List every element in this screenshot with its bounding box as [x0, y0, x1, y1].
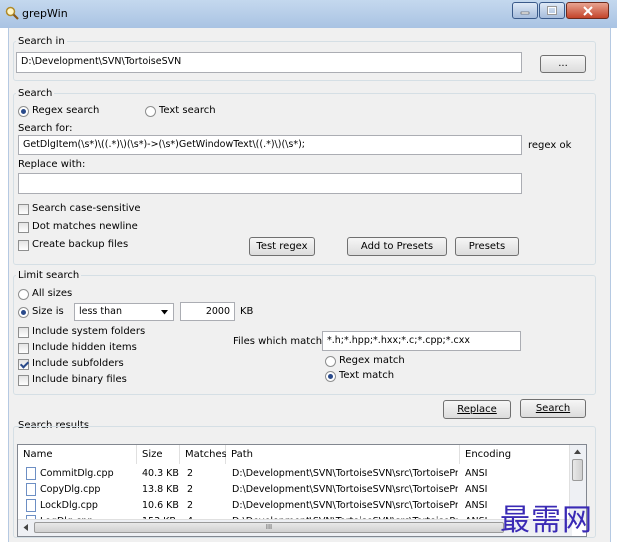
- horizontal-scroll-thumb[interactable]: III: [34, 522, 504, 533]
- all-sizes-radio[interactable]: [18, 289, 29, 300]
- search-button-label: Search: [535, 403, 571, 414]
- table-row[interactable]: LockDlg.cpp 10.6 KB 2 D:\Development\SVN…: [18, 498, 578, 514]
- column-header-size[interactable]: Size: [137, 445, 180, 464]
- dot-newline-checkbox[interactable]: [18, 222, 29, 233]
- maximize-button[interactable]: [539, 2, 565, 19]
- site-watermark: 最需网: [500, 503, 593, 538]
- backup-files-label: Create backup files: [32, 239, 129, 250]
- row-size: 13.8 KB: [142, 484, 179, 495]
- text-search-label: Text search: [159, 105, 216, 116]
- files-match-input[interactable]: *.h;*.hpp;*.hxx;*.c;*.cpp;*.cxx: [322, 331, 521, 351]
- app-magnifier-icon: [5, 6, 19, 20]
- binary-files-label: Include binary files: [32, 374, 127, 385]
- replace-button[interactable]: Replace: [443, 400, 511, 419]
- regex-match-radio[interactable]: [325, 356, 336, 367]
- minimize-button[interactable]: [512, 2, 538, 19]
- row-path: D:\Development\SVN\TortoiseSVN\src\Torto…: [232, 484, 458, 495]
- all-sizes-label: All sizes: [32, 288, 73, 299]
- column-header-path[interactable]: Path: [226, 445, 460, 464]
- subfolders-label: Include subfolders: [32, 358, 124, 369]
- row-size: 40.3 KB: [142, 468, 179, 479]
- replace-button-label: Replace: [457, 404, 497, 415]
- cpp-file-icon: [26, 499, 36, 512]
- title-bar[interactable]: grepWin: [0, 0, 617, 28]
- test-regex-button[interactable]: Test regex: [249, 237, 315, 256]
- replace-with-label: Replace with:: [18, 159, 86, 170]
- column-header-matches[interactable]: Matches: [180, 445, 227, 464]
- row-encoding: ANSI: [465, 468, 488, 479]
- system-folders-label: Include system folders: [32, 326, 146, 337]
- case-sensitive-label: Search case-sensitive: [32, 203, 141, 214]
- hidden-items-label: Include hidden items: [32, 342, 137, 353]
- size-comparison-select[interactable]: less than: [74, 303, 174, 321]
- row-name: LockDlg.cpp: [40, 500, 98, 511]
- table-row[interactable]: CopyDlg.cpp 13.8 KB 2 D:\Development\SVN…: [18, 482, 578, 498]
- hidden-items-checkbox[interactable]: [18, 343, 29, 354]
- search-button[interactable]: Search: [520, 399, 586, 418]
- close-button[interactable]: [566, 2, 609, 19]
- scroll-left-icon: [23, 524, 28, 531]
- row-name: CopyDlg.cpp: [40, 484, 101, 495]
- row-matches: 2: [187, 500, 194, 511]
- binary-files-checkbox[interactable]: [18, 375, 29, 386]
- row-matches: 2: [187, 484, 194, 495]
- search-for-label: Search for:: [18, 123, 73, 134]
- chevron-down-icon: [161, 310, 168, 315]
- row-name: CommitDlg.cpp: [40, 468, 114, 479]
- regex-status: regex ok: [528, 140, 572, 151]
- dot-newline-label: Dot matches newline: [32, 221, 138, 232]
- row-path: D:\Development\SVN\TortoiseSVN\src\Torto…: [232, 468, 458, 479]
- minimize-icon: [520, 11, 530, 14]
- row-matches: 2: [187, 468, 194, 479]
- scroll-up-icon: [574, 449, 581, 454]
- case-sensitive-checkbox[interactable]: [18, 204, 29, 215]
- text-match-radio[interactable]: [325, 371, 336, 382]
- size-is-label: Size is: [32, 306, 64, 317]
- subfolders-checkbox[interactable]: [18, 359, 29, 370]
- row-size: 10.6 KB: [142, 500, 179, 511]
- column-header-encoding[interactable]: Encoding: [460, 445, 572, 464]
- search-in-legend: Search in: [16, 36, 67, 47]
- maximize-icon: [547, 6, 557, 15]
- regex-search-label: Regex search: [32, 105, 100, 116]
- limit-search-legend: Limit search: [16, 270, 82, 281]
- column-header-name[interactable]: Name: [18, 445, 137, 464]
- presets-button[interactable]: Presets: [455, 237, 519, 256]
- search-for-input[interactable]: GetDlgItem(\s*)\((.*)\)(\s*)->(\s*)GetWi…: [18, 135, 522, 155]
- horizontal-scrollbar[interactable]: III: [18, 519, 572, 536]
- browse-button[interactable]: ...: [540, 55, 586, 73]
- cpp-file-icon: [26, 467, 36, 480]
- window-title: grepWin: [22, 7, 68, 20]
- size-is-radio[interactable]: [18, 307, 29, 318]
- window-controls: [511, 2, 609, 20]
- text-match-label: Text match: [339, 370, 395, 381]
- backup-files-checkbox[interactable]: [18, 240, 29, 251]
- add-to-presets-button[interactable]: Add to Presets: [347, 237, 447, 256]
- size-unit-label: KB: [240, 306, 254, 317]
- close-icon: [582, 5, 593, 16]
- size-comparison-value: less than: [79, 306, 122, 317]
- size-value-input[interactable]: 2000: [180, 302, 235, 321]
- text-search-radio[interactable]: [145, 106, 156, 117]
- system-folders-checkbox[interactable]: [18, 327, 29, 338]
- replace-with-input[interactable]: [18, 173, 522, 194]
- cpp-file-icon: [26, 483, 36, 496]
- regex-match-label: Regex match: [339, 355, 405, 366]
- table-row[interactable]: CommitDlg.cpp 40.3 KB 2 D:\Development\S…: [18, 466, 578, 482]
- row-path: D:\Development\SVN\TortoiseSVN\src\Torto…: [232, 500, 458, 511]
- vertical-scroll-thumb[interactable]: [572, 459, 583, 481]
- files-match-label: Files which match:: [233, 336, 326, 347]
- search-path-input[interactable]: D:\Development\SVN\TortoiseSVN: [16, 52, 522, 73]
- regex-search-radio[interactable]: [18, 106, 29, 117]
- search-legend: Search: [16, 88, 55, 99]
